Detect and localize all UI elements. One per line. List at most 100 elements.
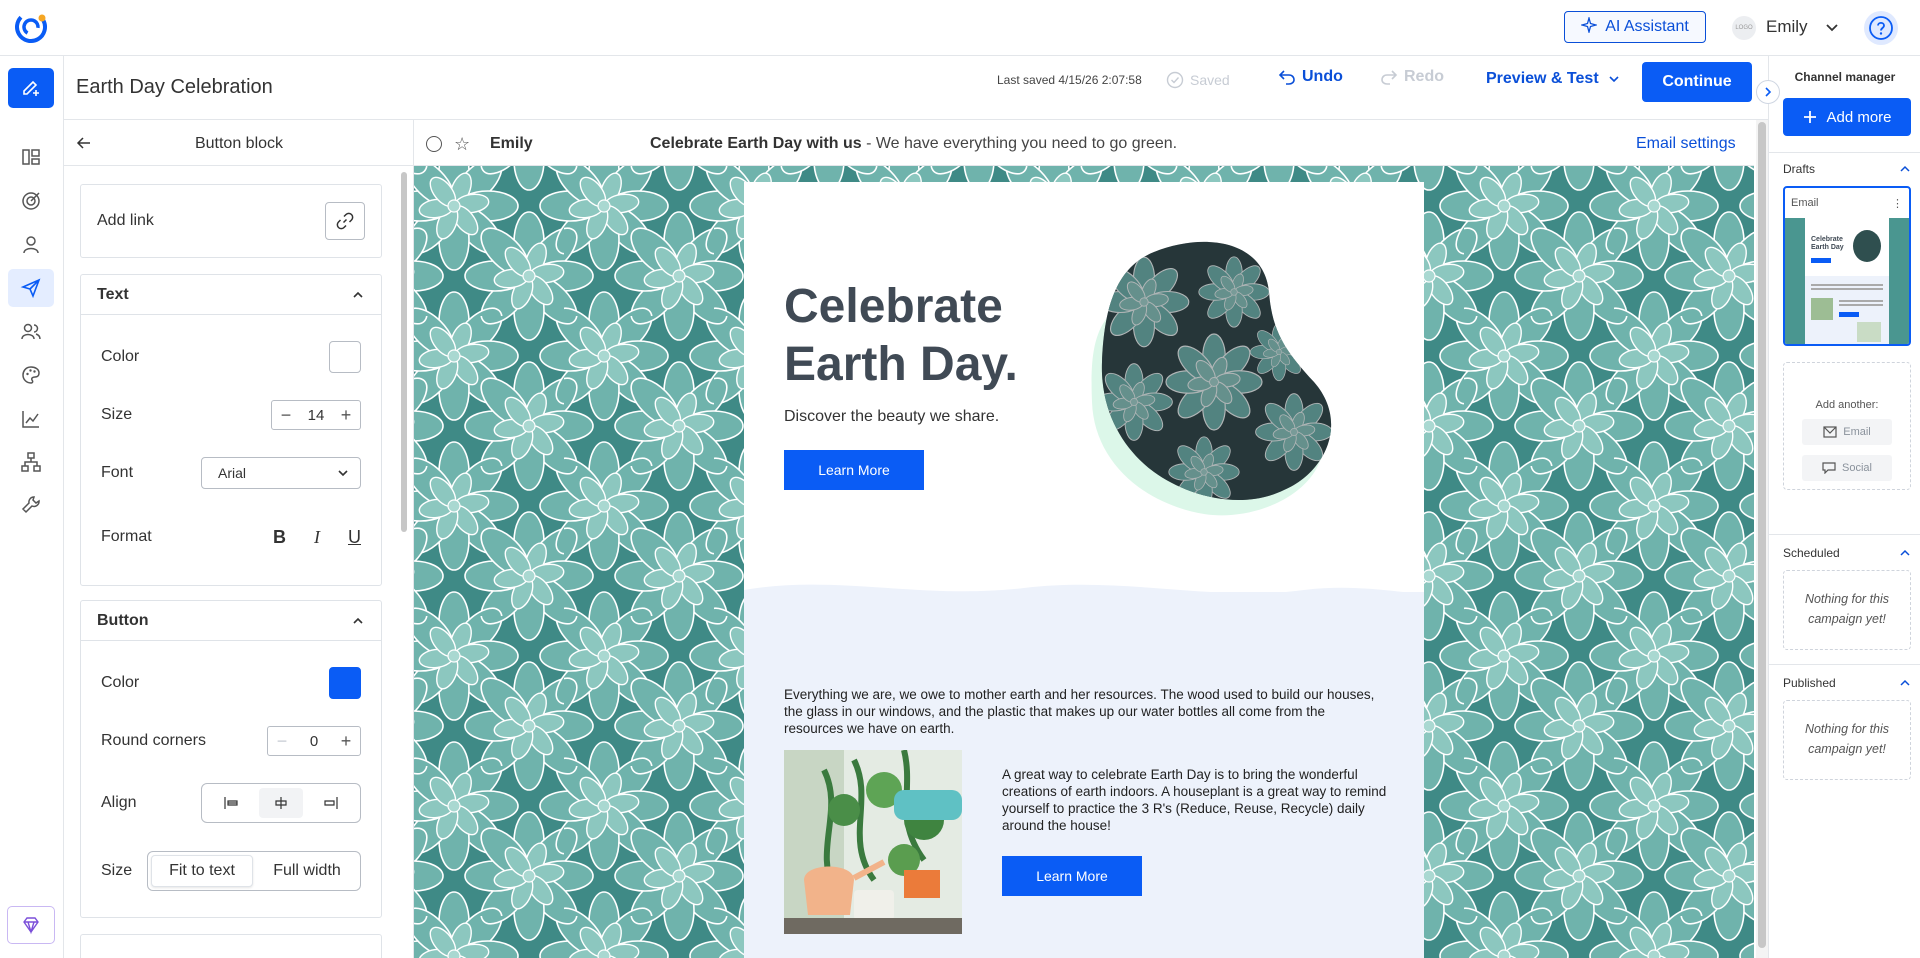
thumb-line — [1811, 288, 1883, 290]
ai-assistant-button[interactable]: AI Assistant — [1564, 11, 1706, 43]
align-left-button[interactable] — [209, 788, 253, 818]
nav-campaigns[interactable] — [8, 269, 54, 307]
chevron-up-icon — [1900, 165, 1910, 172]
text-section-header[interactable]: Text — [81, 275, 381, 315]
nav-contact[interactable] — [8, 226, 54, 264]
published-section-header[interactable]: Published — [1783, 676, 1911, 690]
nav-layout[interactable] — [8, 138, 54, 176]
nav-palette[interactable] — [8, 356, 54, 394]
add-link-button[interactable] — [325, 202, 365, 240]
help-icon[interactable] — [1864, 11, 1898, 45]
plus-icon[interactable]: + — [338, 406, 354, 424]
published-label: Published — [1783, 676, 1836, 690]
watering-plant-photo[interactable] — [784, 750, 962, 934]
font-select[interactable]: Arial — [201, 457, 361, 489]
align-center-button[interactable] — [259, 788, 303, 818]
subject-line: Celebrate Earth Day with us - We have ev… — [650, 135, 1177, 153]
nav-target[interactable] — [8, 182, 54, 220]
collapse-panel-button[interactable] — [1756, 80, 1780, 104]
preview-test-button[interactable]: Preview & Test — [1486, 70, 1621, 88]
fit-to-text-option[interactable]: Fit to text — [151, 855, 253, 887]
button-section-header[interactable]: Button — [81, 601, 381, 641]
top-bar: AI Assistant LOGO Emily — [0, 0, 1920, 56]
redo-label: Redo — [1404, 68, 1444, 85]
panel-scrollbar[interactable] — [401, 172, 407, 532]
email-settings-link[interactable]: Email settings — [1636, 135, 1736, 153]
text-size-stepper[interactable]: − 14 + — [271, 400, 361, 430]
houseplant-paragraph[interactable]: A great way to celebrate Earth Day is to… — [1002, 766, 1392, 834]
nav-tools[interactable] — [8, 486, 54, 524]
text-format-row: Format B I U — [81, 517, 381, 557]
chevron-down-icon[interactable] — [1822, 18, 1842, 38]
thumb-button — [1811, 258, 1831, 263]
add-email-button[interactable]: Email — [1802, 419, 1892, 445]
minus-icon[interactable]: − — [274, 732, 290, 750]
undo-label: Undo — [1302, 68, 1343, 85]
sender-name: Emily — [490, 135, 533, 152]
continue-button[interactable]: Continue — [1642, 62, 1752, 102]
second-learn-more-button[interactable]: Learn More — [1002, 856, 1142, 896]
subject-text: Celebrate Earth Day with us — [650, 135, 862, 152]
add-social-button[interactable]: Social — [1802, 455, 1892, 481]
bold-button[interactable]: B — [273, 527, 286, 548]
round-corners-row: Round corners − 0 + — [81, 721, 381, 761]
scheduled-section-header[interactable]: Scheduled — [1783, 546, 1911, 560]
undo-button[interactable]: Undo — [1278, 68, 1343, 86]
chevron-down-icon — [338, 470, 348, 477]
thumb-title: Celebrate Earth Day — [1811, 236, 1844, 251]
email-body: Celebrate Earth Day. Discover the beauty… — [744, 182, 1424, 958]
more-vertical-icon[interactable]: ⋮ — [1892, 197, 1903, 210]
scheduled-empty-box: Nothing for this campaign yet! — [1783, 570, 1911, 650]
undo-icon — [1278, 70, 1295, 85]
full-width-option[interactable]: Full width — [257, 855, 357, 887]
wrench-icon — [21, 496, 40, 514]
redo-button[interactable]: Redo — [1380, 68, 1444, 86]
italic-button[interactable]: I — [314, 527, 320, 548]
nav-integrations[interactable] — [8, 443, 54, 481]
text-size-value[interactable]: 14 — [294, 407, 338, 424]
text-color-label: Color — [101, 348, 140, 365]
nav-people[interactable] — [8, 313, 54, 351]
thumb-image — [1853, 230, 1881, 262]
text-color-row: Color — [81, 337, 381, 377]
button-color-label: Color — [101, 674, 140, 691]
align-right-button[interactable] — [309, 788, 353, 818]
minus-icon[interactable]: − — [278, 406, 294, 424]
hero-learn-more-button[interactable]: Learn More — [784, 450, 924, 490]
next-settings-card — [80, 934, 382, 958]
round-corners-stepper[interactable]: − 0 + — [267, 726, 361, 756]
app-logo[interactable] — [14, 10, 48, 44]
title-bar: Earth Day Celebration Last saved 4/15/26… — [64, 56, 1768, 120]
button-size-row: Size Fit to text Full width — [81, 851, 381, 891]
button-settings-card: Button Color Round corners − 0 + Align S… — [80, 600, 382, 918]
target-icon — [22, 192, 40, 210]
draft-thumbnail: Celebrate Earth Day — [1785, 218, 1909, 344]
chevron-up-icon — [353, 617, 363, 624]
hero-title[interactable]: Celebrate Earth Day. — [784, 278, 1024, 394]
star-icon[interactable]: ☆ — [454, 134, 470, 155]
intro-paragraph[interactable]: Everything we are, we owe to mother eart… — [784, 686, 1384, 737]
select-radio[interactable] — [426, 136, 442, 152]
underline-button[interactable]: U — [348, 527, 361, 548]
user-name[interactable]: Emily — [1766, 17, 1808, 37]
plus-icon[interactable]: + — [338, 732, 354, 750]
hero-succulent-image[interactable] — [1064, 232, 1364, 552]
canvas-scrollbar[interactable] — [1758, 122, 1766, 948]
nav-reports[interactable] — [8, 400, 54, 438]
upgrade-button[interactable] — [7, 906, 55, 944]
add-another-box: Add another: Email Social — [1783, 362, 1911, 490]
hero-subtitle[interactable]: Discover the beauty we share. — [784, 408, 999, 426]
button-color-swatch[interactable] — [329, 667, 361, 699]
round-corners-value[interactable]: 0 — [290, 733, 338, 750]
text-color-swatch[interactable] — [329, 341, 361, 373]
check-circle-icon — [1166, 71, 1184, 89]
drafts-section-header[interactable]: Drafts — [1783, 162, 1911, 176]
button-size-toggle: Fit to text Full width — [147, 851, 361, 891]
email-preview-header: ☆ Emily Celebrate Earth Day with us - We… — [414, 120, 1754, 166]
add-more-button[interactable]: Add more — [1783, 98, 1911, 136]
divider — [1769, 664, 1920, 665]
user-avatar[interactable]: LOGO — [1732, 16, 1756, 40]
campaign-title[interactable]: Earth Day Celebration — [76, 76, 273, 99]
draft-email-card[interactable]: Email ⋮ Celebrate Earth Day — [1783, 186, 1911, 346]
create-button[interactable] — [8, 68, 54, 108]
